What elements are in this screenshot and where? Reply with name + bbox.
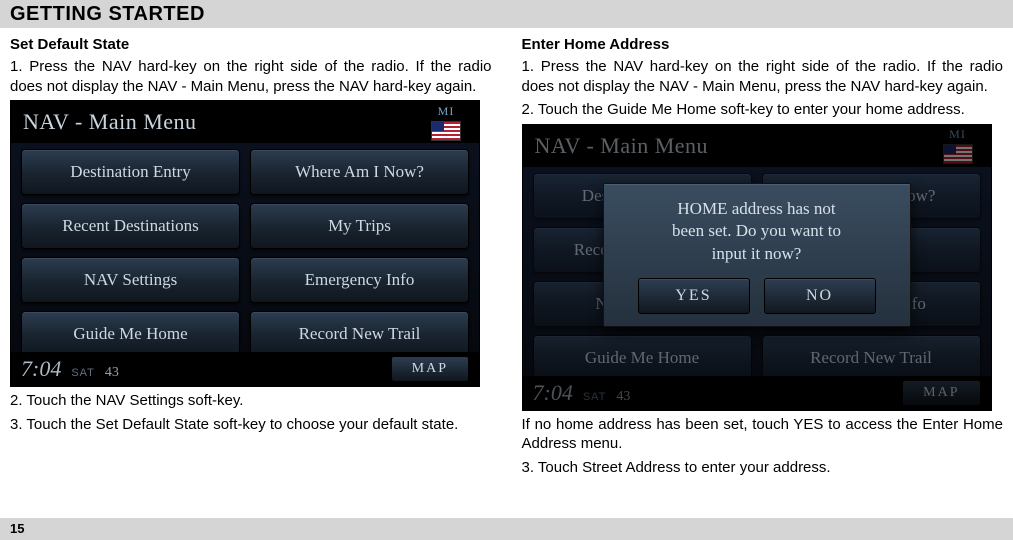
right-column: Enter Home Address 1. Press the NAV hard… (522, 34, 1004, 481)
destination-entry-button[interactable]: Destination Entry (21, 149, 240, 195)
dialog-line-2: been set. Do you want to (672, 221, 841, 240)
map-button[interactable]: MAP (391, 356, 469, 382)
nav-main-menu-figure: NAV - Main Menu MI Destination Entry Whe… (10, 100, 480, 387)
nav-title-dash: - (580, 133, 600, 158)
nav-title: NAV - Main Menu (535, 133, 709, 159)
dialog-line-1: HOME address has not (677, 199, 835, 218)
left-heading: Set Default State (10, 36, 492, 53)
nav-title-a: NAV (535, 133, 581, 158)
left-step-3: 3. Touch the Set Default State soft-key … (10, 415, 492, 435)
right-step-2: 2. Touch the Guide Me Home soft-key to e… (522, 100, 1004, 120)
nav-button-grid: Destination Entry Where Am I Now? Recent… (21, 149, 469, 357)
clock: 7:04 (21, 356, 61, 382)
nav-title-b: Main Menu (600, 133, 708, 158)
where-am-i-now-button[interactable]: Where Am I Now? (250, 149, 469, 195)
units-label: MI (949, 127, 966, 142)
nav-top-bar: NAV - Main Menu MI (523, 125, 991, 167)
nav-title-dash: - (69, 109, 89, 134)
record-new-trail-button[interactable]: Record New Trail (250, 311, 469, 357)
dialog-line-3: input it now? (712, 244, 802, 263)
clock: 7:04 (533, 380, 573, 406)
section-title: GETTING STARTED (10, 3, 205, 25)
nav-bottom-bar: 7:04 SAT 43 MAP (11, 352, 479, 386)
dialog-message: HOME address has not been set. Do you wa… (672, 198, 841, 267)
emergency-info-button[interactable]: Emergency Info (250, 257, 469, 303)
nav-top-bar: NAV - Main Menu MI (11, 101, 479, 143)
right-note: If no home address has been set, touch Y… (522, 415, 1004, 454)
right-step-1: 1. Press the NAV hard-key on the right s… (522, 57, 1004, 96)
units-label: MI (438, 104, 455, 119)
nav-bottom-bar: 7:04 SAT 43 MAP (523, 376, 991, 410)
left-step-2: 2. Touch the NAV Settings soft-key. (10, 391, 492, 411)
section-header: GETTING STARTED (0, 0, 1013, 28)
nav-settings-button[interactable]: NAV Settings (21, 257, 240, 303)
map-button[interactable]: MAP (902, 380, 980, 406)
page-footer: 15 (0, 518, 1013, 540)
guide-me-home-button[interactable]: Guide Me Home (533, 335, 752, 381)
nav-home-dialog-figure: NAV - Main Menu MI Destination Entry Whe… (522, 124, 992, 411)
record-new-trail-button[interactable]: Record New Trail (762, 335, 981, 381)
home-address-dialog: HOME address has not been set. Do you wa… (603, 183, 911, 328)
dialog-yes-button[interactable]: YES (638, 278, 750, 314)
temperature: 43 (105, 365, 119, 381)
right-heading: Enter Home Address (522, 36, 1004, 53)
time-block: 7:04 SAT 43 (21, 356, 119, 382)
dialog-no-button[interactable]: NO (764, 278, 876, 314)
my-trips-button[interactable]: My Trips (250, 203, 469, 249)
two-column-layout: Set Default State 1. Press the NAV hard-… (0, 28, 1013, 491)
units-indicator: MI (431, 104, 461, 141)
guide-me-home-button[interactable]: Guide Me Home (21, 311, 240, 357)
temperature: 43 (616, 389, 630, 405)
left-column: Set Default State 1. Press the NAV hard-… (10, 34, 492, 481)
nav-title: NAV - Main Menu (23, 109, 197, 135)
page-number: 15 (10, 521, 24, 536)
left-step-1: 1. Press the NAV hard-key on the right s… (10, 57, 492, 96)
units-indicator: MI (943, 127, 973, 164)
nav-title-a: NAV (23, 109, 69, 134)
right-step-3: 3. Touch Street Address to enter your ad… (522, 458, 1004, 478)
recent-destinations-button[interactable]: Recent Destinations (21, 203, 240, 249)
sat-label: SAT (71, 367, 95, 379)
time-block: 7:04 SAT 43 (533, 380, 631, 406)
sat-label: SAT (583, 391, 607, 403)
flag-icon (943, 144, 973, 164)
nav-title-b: Main Menu (89, 109, 197, 134)
flag-icon (431, 121, 461, 141)
dialog-actions: YES NO (638, 278, 876, 314)
page: GETTING STARTED Set Default State 1. Pre… (0, 0, 1013, 540)
